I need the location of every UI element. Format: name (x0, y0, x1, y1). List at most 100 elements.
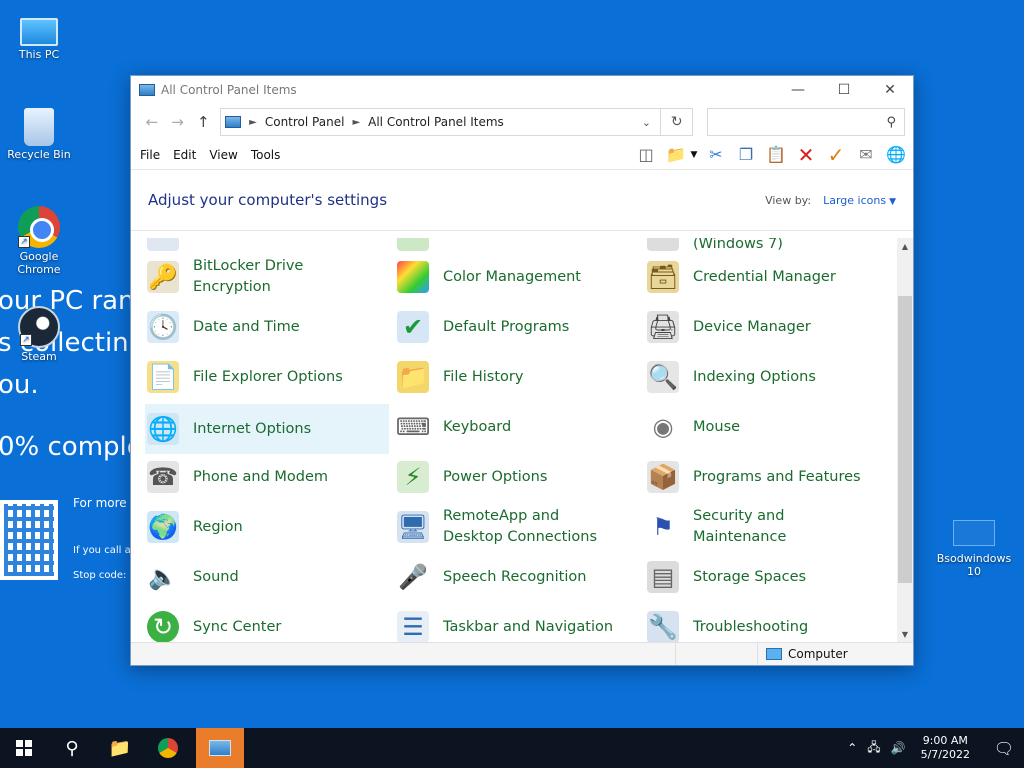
cp-item-storage-spaces[interactable]: ▤ Storage Spaces (631, 554, 871, 600)
title-bar[interactable]: All Control Panel Items — ☐ ✕ (131, 76, 913, 104)
breadcrumb-all-items[interactable]: All Control Panel Items (368, 115, 504, 129)
desktop-icon-this-pc[interactable]: This PC (4, 10, 74, 61)
cut-icon[interactable]: ✂ (703, 143, 729, 167)
menu-view[interactable]: View (209, 148, 237, 162)
control-panel-icon (209, 740, 231, 756)
search-button[interactable]: ⚲ (48, 728, 96, 768)
address-bar[interactable]: ► Control Panel ► All Control Panel Item… (220, 108, 662, 136)
chevron-up-icon[interactable]: ⌃ (847, 741, 857, 755)
page-title: Adjust your computer's settings (148, 191, 388, 209)
cp-item-phone-modem[interactable]: ☎ Phone and Modem (131, 454, 371, 500)
cp-item-sound[interactable]: 🔈 Sound (131, 554, 371, 600)
steam-icon: ↗ (18, 306, 60, 348)
taskbar-control-panel[interactable] (196, 728, 244, 768)
date-time-icon: 🕓 (147, 311, 179, 343)
cp-item-credential-manager[interactable]: 🗃 Credential Manager (631, 254, 871, 300)
cp-item-color-management[interactable]: Color Management (381, 254, 621, 300)
bsod-stop: Stop code: c (73, 570, 136, 581)
network-icon[interactable]: 🖧 (867, 738, 880, 759)
cp-item-file-explorer-options[interactable]: 📄 File Explorer Options (131, 354, 371, 400)
menu-tools[interactable]: Tools (251, 148, 281, 162)
paste-icon[interactable]: 📋 (763, 143, 789, 167)
cp-item-sync-center[interactable]: ↻ Sync Center (131, 604, 371, 643)
item-label: Keyboard (443, 418, 512, 435)
volume-icon[interactable]: 🔊 (891, 741, 906, 755)
chevron-down-icon: ▼ (889, 196, 896, 207)
cp-item-indexing-options[interactable]: 🔍 Indexing Options (631, 354, 871, 400)
notification-icon[interactable]: 🗨 (984, 739, 1024, 758)
cp-item-security-maintenance[interactable]: ⚑ Security and Maintenance (631, 504, 871, 550)
desktop-icon-recycle-bin[interactable]: Recycle Bin (4, 108, 74, 161)
clock[interactable]: 9:00 AM 5/7/2022 (921, 734, 970, 762)
item-label: Power Options (443, 468, 548, 485)
item-label: RemoteApp and Desktop Connections (443, 508, 598, 545)
checkmark-icon[interactable]: ✓ (823, 143, 849, 167)
breadcrumb-control-panel[interactable]: Control Panel (265, 115, 345, 129)
taskbar-chrome[interactable] (144, 728, 192, 768)
breadcrumb: ► Control Panel ► All Control Panel Item… (249, 115, 632, 129)
item-label: Default Programs (443, 318, 570, 335)
bsod-line-3: ou. (0, 370, 39, 400)
search-icon: ⚲ (886, 114, 896, 130)
taskbar-file-explorer[interactable]: 📁 (96, 728, 144, 768)
mouse-icon: ◉ (652, 413, 674, 441)
search-input[interactable]: ⚲ (707, 108, 905, 136)
start-button[interactable] (0, 728, 48, 768)
delete-icon[interactable]: ✕ (793, 143, 819, 167)
cp-item-programs-features[interactable]: 📦 Programs and Features (631, 454, 871, 500)
cp-item-mouse[interactable]: ◉ Mouse (631, 404, 871, 450)
phone-icon: ☎ (147, 461, 179, 493)
cp-item-power-options[interactable]: ⚡ Power Options (381, 454, 621, 500)
address-dropdown-button[interactable]: ⌄ (632, 116, 660, 129)
bsod-more: For more (73, 496, 127, 510)
back-button[interactable]: ← (139, 113, 165, 131)
forward-button[interactable]: → (165, 113, 191, 131)
minimize-button[interactable]: — (775, 76, 821, 104)
properties-icon[interactable]: ✉ (853, 143, 879, 167)
folder-options-icon[interactable]: 📁 (663, 143, 689, 167)
cp-item-device-manager[interactable]: 🖨 Device Manager (631, 304, 871, 350)
copy-icon[interactable]: ❐ (733, 143, 759, 167)
clock-time: 9:00 AM (922, 734, 968, 747)
preview-pane-icon[interactable]: ◫ (633, 143, 659, 167)
view-by-value: Large icons (823, 193, 887, 207)
menu-edit[interactable]: Edit (173, 148, 196, 162)
cp-item-taskbar-navigation[interactable]: ☰ Taskbar and Navigation (381, 604, 621, 643)
desktop-icon-chrome[interactable]: ↗ Google Chrome (4, 206, 74, 276)
desktop-icon-label: Steam (21, 350, 57, 363)
item-label: Indexing Options (693, 368, 816, 385)
desktop-icon-steam[interactable]: ↗ Steam (4, 306, 74, 363)
up-button[interactable]: ↑ (190, 113, 216, 131)
cp-item-speech-recognition[interactable]: 🎤 Speech Recognition (381, 554, 621, 600)
cp-item-file-history[interactable]: 📁 File History (381, 354, 621, 400)
cp-item-internet-options[interactable]: 🌐 Internet Options (145, 404, 389, 454)
cp-item-default-programs[interactable]: ✔ Default Programs (381, 304, 621, 350)
cp-item-troubleshooting[interactable]: 🔧 Troubleshooting (631, 604, 871, 643)
cp-item-keyboard[interactable]: ⌨ Keyboard (381, 404, 621, 450)
scroll-up-icon[interactable]: ▲ (897, 242, 913, 251)
vertical-scrollbar[interactable]: ▲ ▼ (897, 238, 913, 643)
bitlocker-icon: 🔑 (147, 261, 179, 293)
control-panel-icon (225, 116, 242, 128)
scroll-down-icon[interactable]: ▼ (897, 630, 913, 639)
maximize-button[interactable]: ☐ (821, 76, 867, 104)
chevron-down-icon[interactable]: ▼ (689, 143, 699, 167)
cp-item-region[interactable]: 🌍 Region (131, 504, 371, 550)
shortcut-arrow-icon: ↗ (18, 236, 30, 248)
globe-icon[interactable]: 🌐 (883, 143, 909, 167)
refresh-button[interactable]: ↻ (661, 108, 694, 136)
cp-item-remoteapp[interactable]: 🖥 RemoteApp and Desktop Connections (381, 504, 621, 550)
troubleshooting-icon: 🔧 (647, 611, 679, 643)
control-panel-icon (139, 84, 155, 96)
cp-item-bitlocker[interactable]: 🔑 BitLocker Drive Encryption (131, 254, 371, 300)
cp-item-date-time[interactable]: 🕓 Date and Time (131, 304, 371, 350)
close-button[interactable]: ✕ (867, 76, 913, 104)
sync-icon: ↻ (147, 611, 179, 643)
color-management-icon (397, 261, 429, 293)
item-label: (Windows 7) (693, 238, 783, 252)
menu-file[interactable]: File (140, 148, 160, 162)
view-by-dropdown[interactable]: Large icons ▼ (823, 194, 896, 207)
item-label: Programs and Features (693, 468, 861, 485)
desktop-icon-bsodwindows[interactable]: Bsodwindows 10 (934, 520, 1014, 578)
scrollbar-thumb[interactable] (898, 296, 912, 583)
